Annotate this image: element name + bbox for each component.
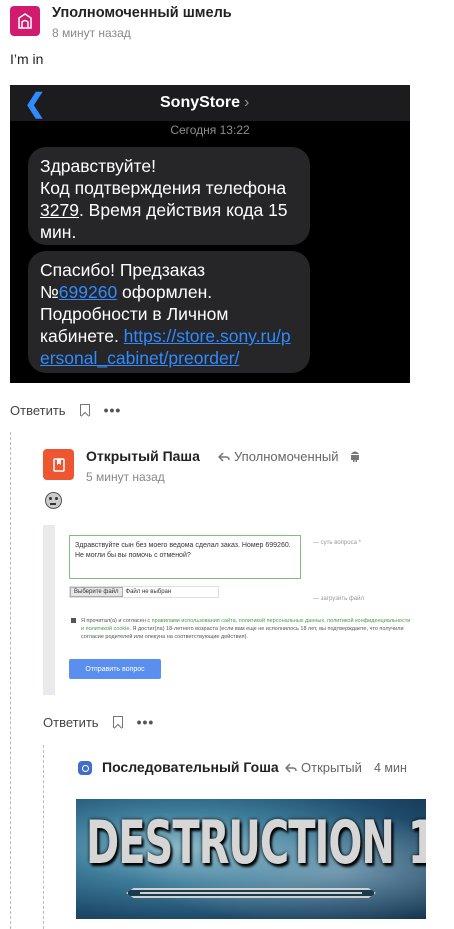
avatar[interactable] <box>78 761 92 775</box>
reply-button[interactable]: Ответить <box>10 403 66 418</box>
reply-to[interactable]: Уполномоченный <box>218 449 339 464</box>
comment-author[interactable]: Уполномоченный шмель <box>52 5 232 21</box>
skill-bar-icon <box>126 888 376 898</box>
checkbox-icon <box>71 618 76 623</box>
sms-bubble: Спасибо! Предзаказ №699260 оформлен. Под… <box>28 251 310 373</box>
reply-arrow-icon <box>285 762 297 773</box>
comment-actions: Ответить ••• <box>10 402 121 418</box>
reply-to[interactable]: Открытый <box>285 760 362 775</box>
sms-order-number: 699260 <box>58 282 118 302</box>
avatar[interactable] <box>10 6 40 36</box>
avatar-glyph-icon <box>52 457 65 472</box>
sms-header: ❮ SonyStore › <box>10 85 410 121</box>
avatar[interactable] <box>43 449 74 480</box>
comment-time[interactable]: 5 минут назад <box>86 470 165 484</box>
bookmark-icon[interactable] <box>112 716 123 728</box>
sms-screenshot[interactable]: ❮ SonyStore › Сегодня 13:22 Здравствуйте!… <box>10 85 410 383</box>
comment-actions: Ответить ••• <box>43 714 154 730</box>
question-textarea: Здравствуйте сын без моего ведома сделал… <box>69 535 301 579</box>
comment-author[interactable]: Последовательный Гоша <box>102 759 279 775</box>
reply-button[interactable]: Ответить <box>43 715 99 730</box>
form-screenshot[interactable]: Здравствуйте сын без моего ведома сделал… <box>43 525 411 695</box>
sms-date: Сегодня 13:22 <box>170 123 250 137</box>
more-icon[interactable]: ••• <box>104 402 122 418</box>
file-status: Файл не выбран <box>125 589 172 595</box>
sms-bubble: Здравствуйте! Код подтверждения телефона… <box>28 147 310 245</box>
file-input: Выберите файл Файл не выбран <box>69 586 219 598</box>
bookmark-icon[interactable] <box>79 404 90 416</box>
comment-text: I’m in <box>10 51 44 67</box>
android-icon <box>351 451 359 462</box>
choose-file-button: Выберите файл <box>70 587 123 597</box>
comment-time[interactable]: 8 минут назад <box>52 26 131 40</box>
avatar-glyph-icon <box>18 13 32 29</box>
file-hint: — загрузить файл <box>313 596 364 602</box>
reply-to-name: Открытый <box>301 760 362 775</box>
thread-line <box>43 745 44 929</box>
sms-title: SonyStore › <box>160 94 250 111</box>
chevron-right-icon: › <box>244 94 250 111</box>
meme-caption: DESTRUCTION100 <box>86 809 426 878</box>
comment-author[interactable]: Открытый Паша <box>86 448 200 464</box>
submit-question-button: Отправить вопрос <box>69 659 161 679</box>
more-icon[interactable]: ••• <box>137 714 155 730</box>
sms-code: 3279 <box>40 200 79 220</box>
meme-image[interactable]: DESTRUCTION100 <box>76 799 426 919</box>
agree-checkbox-label: Я прочитал(а) и согласен с правилами исп… <box>71 617 411 641</box>
thread-line <box>10 432 11 929</box>
neutral-face-emoji-icon <box>45 492 62 509</box>
reply-to-name: Уполномоченный <box>234 449 339 464</box>
comment-time[interactable]: 4 мин <box>374 761 407 775</box>
question-hint: — суть вопроса * <box>313 540 361 546</box>
back-chevron-icon: ❮ <box>24 88 46 118</box>
reply-arrow-icon <box>218 451 230 462</box>
